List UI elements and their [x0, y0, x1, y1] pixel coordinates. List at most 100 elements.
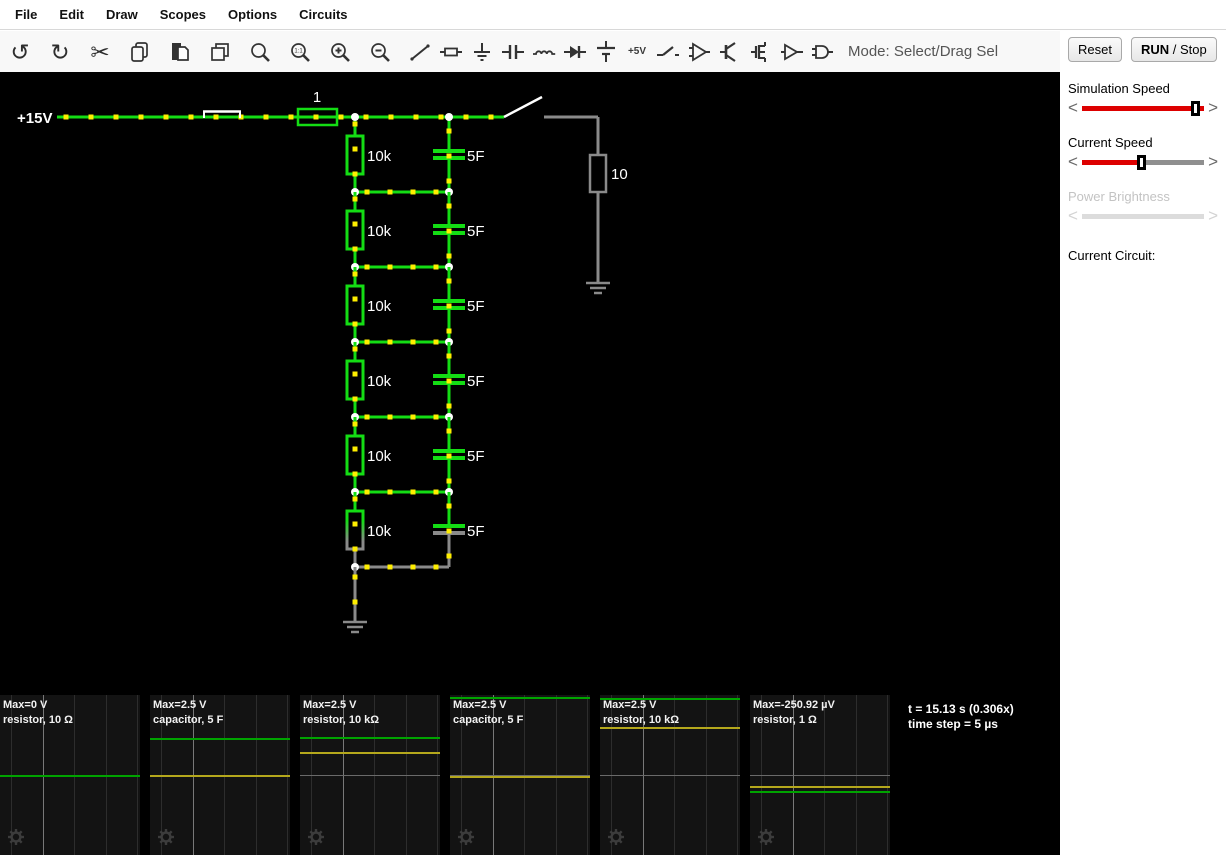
duplicate-icon[interactable] [208, 38, 232, 66]
menu-file[interactable]: File [4, 7, 48, 22]
plus-5v-tool-icon[interactable]: +5V [625, 38, 649, 66]
undo-icon[interactable]: ↺ [8, 38, 32, 66]
scope-panel-5[interactable]: Max=2.5 Vresistor, 10 kΩ [600, 695, 740, 855]
voltage-source-tool-icon[interactable] [594, 38, 618, 66]
current-dot [364, 489, 370, 495]
slider-increase-arrow[interactable]: > [1207, 99, 1218, 116]
slider-track[interactable] [1082, 154, 1204, 170]
slider-decrease-arrow[interactable]: < [1068, 99, 1079, 116]
diode-tool-icon[interactable] [563, 38, 587, 66]
current-dot [446, 253, 452, 259]
capacitor-tool-icon[interactable] [501, 38, 525, 66]
scope-strip: Max=0 Vresistor, 10 Ω Max=2.5 Vcapacitor,… [0, 695, 1060, 855]
scope-settings-gear-icon[interactable] [607, 828, 625, 846]
slider-increase-arrow[interactable]: > [1207, 153, 1218, 170]
menu-scopes[interactable]: Scopes [149, 7, 217, 22]
scope-panel-2[interactable]: Max=2.5 Vcapacitor, 5 F [150, 695, 290, 855]
slider-label: Power Brightness [1068, 189, 1170, 204]
resistor-load[interactable] [588, 153, 608, 194]
slider-decrease-arrow: < [1068, 206, 1078, 225]
current-dot [433, 264, 439, 270]
scope-label: Max=2.5 Vcapacitor, 5 F [453, 699, 524, 726]
current-dot [352, 521, 358, 527]
current-dot [463, 114, 469, 120]
menu-draw[interactable]: Draw [95, 7, 149, 22]
slider-thumb[interactable] [1136, 154, 1146, 170]
component-label: 10k [367, 298, 392, 315]
redo-icon[interactable]: ↻ [48, 38, 72, 66]
zoom-in-icon[interactable] [328, 38, 352, 66]
resistor-ladder[interactable] [345, 434, 365, 476]
scope-settings-gear-icon[interactable] [7, 828, 25, 846]
current-dot [446, 503, 452, 509]
find-icon[interactable] [248, 38, 272, 66]
menu-circuits[interactable]: Circuits [288, 7, 358, 22]
component-label: 10 [611, 166, 628, 183]
current-dot [352, 271, 358, 277]
slider-track[interactable] [1082, 100, 1204, 116]
time-value: t = 15.13 s (0.306x) [908, 702, 1014, 716]
slider-decrease-arrow[interactable]: < [1068, 153, 1079, 170]
inductor-tool-icon[interactable] [532, 38, 556, 66]
reset-button[interactable]: Reset [1068, 37, 1122, 62]
scope-settings-gear-icon[interactable] [757, 828, 775, 846]
scope-panel-6[interactable]: Max=-250.92 µV resistor, 1 Ω [750, 695, 890, 855]
and-gate-tool-icon[interactable] [811, 38, 835, 66]
resistor-ladder[interactable] [345, 284, 365, 326]
mosfet-tool-icon[interactable] [749, 38, 773, 66]
run-stop-button[interactable]: RUN / Stop [1130, 37, 1217, 62]
current-dot [446, 203, 452, 209]
current-dot [387, 339, 393, 345]
current-dot [364, 564, 370, 570]
zoom-out-icon[interactable] [368, 38, 392, 66]
scope-panel-1[interactable]: Max=0 Vresistor, 10 Ω [0, 695, 140, 855]
paste-icon[interactable] [168, 38, 192, 66]
menu-edit[interactable]: Edit [48, 7, 95, 22]
scope-label: Max=0 Vresistor, 10 Ω [3, 699, 73, 726]
current-dot [352, 471, 358, 477]
op-amp-tool-icon[interactable] [687, 38, 711, 66]
component-label: 5F [467, 148, 485, 165]
circuit-canvas[interactable]: +15V 1 10 10k 5F 10k 5F 10k 5F 10k 5F 10k 5F 10k 5F [0, 72, 1060, 695]
scope-trace-green [150, 738, 290, 740]
component-label: 10k [367, 223, 392, 240]
scope-settings-gear-icon[interactable] [157, 828, 175, 846]
copy-icon[interactable] [128, 38, 152, 66]
simulation-speed-slider: Simulation Speed < > [1068, 81, 1218, 116]
current-dot [410, 339, 416, 345]
scope-panel-4[interactable]: Max=2.5 Vcapacitor, 5 F [450, 695, 590, 855]
switch-tool-icon[interactable] [656, 38, 680, 66]
slider-label: Current Speed [1068, 135, 1153, 150]
current-dot [387, 489, 393, 495]
wire-tool-icon[interactable] [408, 38, 432, 66]
zoom-100-icon[interactable]: 1:1 [288, 38, 312, 66]
scope-settings-gear-icon[interactable] [307, 828, 325, 846]
resistor-tool-icon[interactable] [439, 38, 463, 66]
resistor-ladder[interactable] [345, 359, 365, 401]
transistor-tool-icon[interactable] [718, 38, 742, 66]
circuit-simulator-app: File Edit Draw Scopes Options Circuits ↺… [0, 0, 1226, 855]
ground-tool-icon[interactable] [470, 38, 494, 66]
menu-options[interactable]: Options [217, 7, 288, 22]
slider-thumb[interactable] [1191, 100, 1201, 116]
current-dot [213, 114, 219, 120]
current-dot [446, 328, 452, 334]
current-dot [363, 114, 369, 120]
run-label: RUN [1140, 42, 1170, 57]
current-dot [410, 564, 416, 570]
scope-panel-3[interactable]: Max=2.5 Vresistor, 10 kΩ [300, 695, 440, 855]
scope-zero-line [750, 775, 890, 776]
current-dot [446, 528, 452, 534]
current-dot [446, 178, 452, 184]
resistor-ladder[interactable] [345, 134, 365, 176]
resistor-ladder[interactable] [345, 509, 365, 551]
switch-open[interactable] [503, 95, 543, 119]
current-dot [352, 246, 358, 252]
resistor-ladder[interactable] [345, 209, 365, 251]
current-dot [352, 546, 358, 552]
current-dot [388, 114, 394, 120]
buffer-tool-icon[interactable] [780, 38, 804, 66]
scope-settings-gear-icon[interactable] [457, 828, 475, 846]
current-dot [352, 196, 358, 202]
cut-icon[interactable]: ✂ [88, 38, 112, 66]
